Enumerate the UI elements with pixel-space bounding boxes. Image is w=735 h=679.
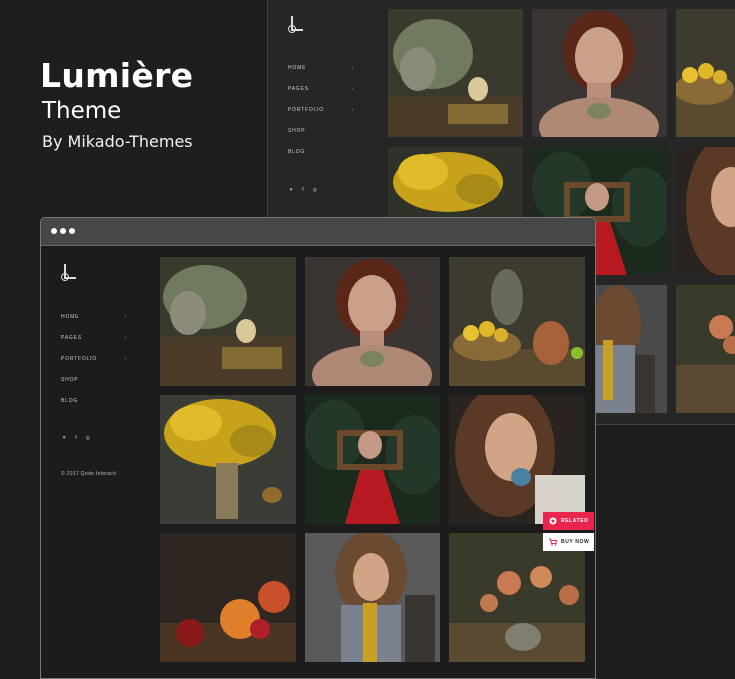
nav-item-shop[interactable]: SHOP: [61, 377, 127, 385]
social-links: ✦ f ◎: [289, 187, 326, 193]
logo-icon: [288, 16, 304, 34]
nav-item-blog[interactable]: BLOG: [288, 149, 354, 157]
photo-yellow-flowers-vase[interactable]: [160, 395, 296, 524]
window-dot-icon[interactable]: [60, 228, 66, 234]
instagram-icon[interactable]: ◎: [86, 435, 90, 441]
twitter-icon[interactable]: ✦: [62, 435, 66, 441]
photo-lemons-basket-partial[interactable]: [676, 9, 735, 137]
nav-item-portfolio[interactable]: PORTFOLIO ›: [61, 356, 127, 364]
nav-item-pages[interactable]: PAGES ›: [61, 335, 127, 343]
brand-subtitle: Theme: [42, 98, 122, 124]
window-dot-icon[interactable]: [69, 228, 75, 234]
brand-byline: By Mikado-Themes: [42, 132, 193, 151]
buy-now-label: BUY NOW: [561, 539, 590, 545]
nav-item-home[interactable]: HOME ›: [61, 314, 127, 322]
logo-icon: [61, 264, 77, 282]
instagram-icon[interactable]: ◎: [313, 187, 317, 193]
photo-roses-glass-vase[interactable]: [449, 533, 585, 662]
twitter-icon[interactable]: ✦: [289, 187, 293, 193]
facebook-icon[interactable]: f: [75, 435, 76, 441]
window-titlebar: [41, 218, 595, 246]
photo-still-life-plant[interactable]: [388, 9, 523, 137]
window-dot-icon[interactable]: [51, 228, 57, 234]
photo-woman-curly-partial[interactable]: [676, 147, 735, 275]
photo-lemons-copper-pot[interactable]: [449, 257, 585, 386]
photo-curly-woman-seated-partial[interactable]: [595, 285, 667, 413]
front-preview-window: HOME › PAGES › PORTFOLIO › SHOP BLOG ✦ f ◎ © …: [40, 217, 596, 679]
photo-pomegranates-apple[interactable]: [160, 533, 296, 662]
copyright-text: © 2017 Qode Interacti: [61, 471, 117, 477]
photo-roses-vase-partial[interactable]: [676, 285, 735, 413]
nav-item-portfolio[interactable]: PORTFOLIO ›: [288, 107, 354, 115]
nav-item-pages[interactable]: PAGES ›: [288, 86, 354, 94]
brand-title: Lumière: [40, 56, 194, 95]
social-links: ✦ f ◎: [62, 435, 99, 441]
facebook-icon[interactable]: f: [302, 187, 303, 193]
nav-item-home[interactable]: HOME ›: [288, 65, 354, 73]
brand-block: Lumière Theme By Mikado-Themes: [40, 56, 193, 154]
photo-portrait-woman-necklace[interactable]: [305, 257, 440, 386]
buy-now-button[interactable]: BUY NOW: [543, 533, 594, 551]
photo-still-life-plant[interactable]: [160, 257, 296, 386]
related-label: RELATED: [561, 518, 589, 524]
nav-item-blog[interactable]: BLOG: [61, 398, 127, 406]
related-icon: [549, 517, 557, 525]
photo-woman-red-frame[interactable]: [305, 395, 440, 524]
nav-item-shop[interactable]: SHOP: [288, 128, 354, 136]
cart-icon: [549, 538, 557, 546]
photo-yellow-flowers[interactable]: [388, 147, 523, 217]
photo-curly-woman-seated[interactable]: [305, 533, 440, 662]
photo-portrait-woman-necklace[interactable]: [532, 9, 667, 137]
related-button[interactable]: RELATED: [543, 512, 594, 530]
photo-woman-blue-butterfly[interactable]: [449, 395, 585, 524]
